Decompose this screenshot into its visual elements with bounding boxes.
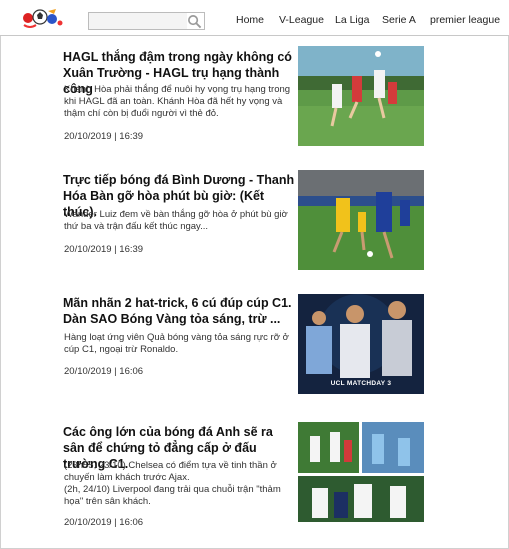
article-thumbnail[interactable] [298, 170, 424, 270]
article-thumbnail[interactable] [298, 46, 424, 146]
article-date: 20/10/2019 | 16:06 [64, 366, 144, 377]
article-date: 20/10/2019 | 16:39 [64, 244, 144, 255]
top-header: Home V-League La Liga Serie A premier le… [0, 0, 509, 36]
article-item[interactable]: Mãn nhãn 2 hat-trick, 6 cú đúp cúp C1. D… [0, 293, 509, 403]
article-date: 20/10/2019 | 16:06 [64, 517, 144, 528]
search-icon[interactable] [187, 14, 202, 29]
thumbnail-caption: UCL MATCHDAY 3 [330, 380, 392, 387]
article-title[interactable]: Mãn nhãn 2 hat-trick, 6 cú đúp cúp C1. D… [63, 295, 295, 327]
nav-v-league[interactable]: V-League [279, 14, 324, 26]
soccer-logo-icon[interactable] [20, 5, 64, 31]
article-description: (23h55, 23/10) Chelsea có điểm tựa về ti… [64, 460, 281, 507]
nav-serie-a[interactable]: Serie A [382, 14, 416, 26]
article-item[interactable]: Trực tiếp bóng đá Bình Dương - Thanh Hóa… [0, 170, 509, 280]
article-thumbnail[interactable]: UCL MATCHDAY 3 [298, 294, 424, 394]
search-box [88, 12, 205, 30]
article-date: 20/10/2019 | 16:39 [64, 131, 144, 142]
article-description: Wander Luiz đem về bàn thắng gỡ hòa ở ph… [64, 209, 288, 232]
nav-home[interactable]: Home [236, 14, 264, 26]
article-thumbnail[interactable] [298, 422, 424, 522]
nav-premier-league[interactable]: premier league [430, 14, 500, 26]
article-item[interactable]: Các ông lớn của bóng đá Anh sẽ ra sân để… [0, 420, 509, 530]
article-item[interactable]: HAGL thắng đậm trong ngày không có Xuân … [0, 45, 509, 155]
article-description: Khánh Hòa phải thắng để nuôi hy vọng trụ… [64, 84, 291, 119]
nav-la-liga[interactable]: La Liga [335, 14, 369, 26]
search-input[interactable] [89, 13, 187, 29]
article-description: Hàng loạt ứng viên Quả bóng vàng tỏa sán… [64, 332, 289, 355]
